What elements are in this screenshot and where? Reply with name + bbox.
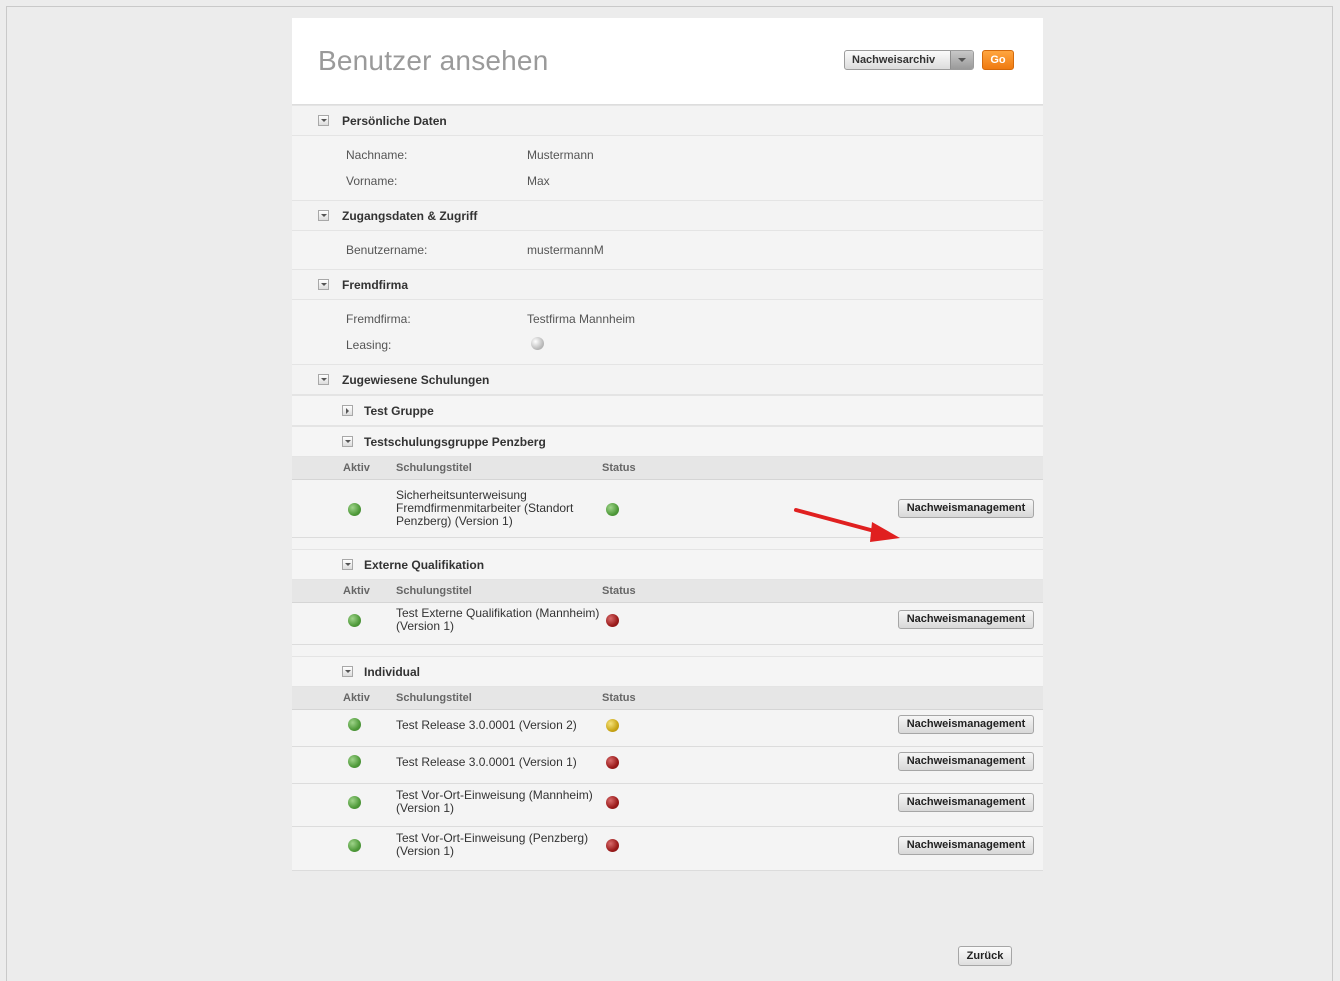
field-value: Testfirma Mannheim [527,312,636,326]
leasing-status-indicator [531,337,544,350]
active-indicator [348,614,361,627]
field-label: Vorname: [346,174,398,188]
back-button[interactable]: Zurück [958,946,1012,966]
archive-select-value: Nachweisarchiv [852,54,936,66]
column-header-active: Aktiv [343,462,370,474]
field-label: Nachname: [346,148,408,162]
table-row: Test Release 3.0.0001 (Version 2) Nachwe… [292,710,1043,747]
status-indicator [606,719,619,732]
group-title[interactable]: Test Gruppe [364,404,434,418]
table-row: Test Vor-Ort-Einweisung (Mannheim) (Vers… [292,784,1043,827]
field-row: Nachname: Mustermann [292,142,1043,168]
annotation-arrow-icon [794,508,900,542]
field-label: Benutzername: [346,243,428,257]
table-row: Test Vor-Ort-Einweisung (Penzberg) (Vers… [292,827,1043,871]
spacer [292,645,1043,656]
group-header-test-gruppe[interactable]: Test Gruppe [292,395,1043,426]
nachweismanagement-button[interactable]: Nachweismanagement [898,793,1034,812]
section-company-body: Fremdfirma: Testfirma Mannheim Leasing: [292,300,1043,364]
table-header: Aktiv Schulungstitel Status [292,687,1043,710]
section-title[interactable]: Persönliche Daten [342,114,447,128]
group-title[interactable]: Externe Qualifikation [364,558,484,572]
status-indicator [606,839,619,852]
table-header: Aktiv Schulungstitel Status [292,457,1043,480]
nachweismanagement-button[interactable]: Nachweismanagement [898,715,1034,734]
expand-toggle-icon[interactable] [342,405,353,416]
status-indicator [606,614,619,627]
course-title: Test Vor-Ort-Einweisung (Mannheim) (Vers… [396,788,593,815]
group-title[interactable]: Testschulungsgruppe Penzberg [364,435,546,449]
nachweismanagement-button[interactable]: Nachweismanagement [898,836,1034,855]
main-panel: Benutzer ansehen Nachweisarchiv Go Persö… [292,18,1043,871]
section-access-body: Benutzername: mustermannM [292,231,1043,269]
chevron-down-icon[interactable] [950,51,973,69]
column-header-active: Aktiv [343,585,370,597]
collapse-toggle-icon[interactable] [318,374,329,385]
table-row: Sicherheitsunterweisung Fremdfirmenmitar… [292,480,1043,538]
course-title: Test Externe Qualifikation (Mannheim) (V… [396,606,600,633]
course-title: Sicherheitsunterweisung Fremdfirmenmitar… [396,488,574,528]
course-title: Test Vor-Ort-Einweisung (Penzberg) (Vers… [396,831,589,858]
page-title: Benutzer ansehen [318,45,549,76]
status-indicator [606,503,619,516]
section-personal-header[interactable]: Persönliche Daten [292,105,1043,136]
field-value: mustermannM [527,243,604,257]
column-header-title: Schulungstitel [396,692,472,704]
field-label: Fremdfirma: [346,312,411,326]
collapse-toggle-icon[interactable] [318,115,329,126]
course-title: Test Release 3.0.0001 (Version 2) [396,718,577,732]
group-header-penzberg[interactable]: Testschulungsgruppe Penzberg [292,426,1043,457]
active-indicator [348,718,361,731]
nachweismanagement-button[interactable]: Nachweismanagement [898,499,1034,518]
section-company-header[interactable]: Fremdfirma [292,269,1043,300]
column-header-status: Status [602,462,636,474]
active-indicator [348,839,361,852]
spacer [292,538,1043,549]
section-access-header[interactable]: Zugangsdaten & Zugriff [292,200,1043,231]
section-title[interactable]: Zugangsdaten & Zugriff [342,209,477,223]
table-row: Test Externe Qualifikation (Mannheim) (V… [292,603,1043,645]
group-title[interactable]: Individual [364,665,420,679]
collapse-toggle-icon[interactable] [342,559,353,570]
column-header-status: Status [602,692,636,704]
field-row: Benutzername: mustermannM [292,237,1043,263]
table-row: Test Release 3.0.0001 (Version 1) Nachwe… [292,747,1043,784]
group-header-externe[interactable]: Externe Qualifikation [292,549,1043,580]
collapse-toggle-icon[interactable] [318,279,329,290]
field-row: Leasing: [292,332,1043,358]
table-header: Aktiv Schulungstitel Status [292,580,1043,603]
collapse-toggle-icon[interactable] [318,210,329,221]
status-indicator [606,756,619,769]
section-title[interactable]: Fremdfirma [342,278,408,292]
field-value: Mustermann [527,148,594,162]
field-value: Max [527,174,550,188]
section-title[interactable]: Zugewiesene Schulungen [342,373,489,387]
nachweismanagement-button[interactable]: Nachweismanagement [898,752,1034,771]
column-header-active: Aktiv [343,692,370,704]
section-personal-body: Nachname: Mustermann Vorname: Max [292,136,1043,200]
course-title: Test Release 3.0.0001 (Version 1) [396,755,577,769]
go-button[interactable]: Go [982,50,1014,70]
group-header-individual[interactable]: Individual [292,656,1043,687]
column-header-title: Schulungstitel [396,462,472,474]
field-row: Fremdfirma: Testfirma Mannheim [292,306,1043,332]
collapse-toggle-icon[interactable] [342,666,353,677]
nachweismanagement-button[interactable]: Nachweismanagement [898,610,1034,629]
status-indicator [606,796,619,809]
field-row: Vorname: Max [292,168,1043,194]
active-indicator [348,796,361,809]
archive-select[interactable]: Nachweisarchiv [844,50,974,70]
active-indicator [348,503,361,516]
column-header-status: Status [602,585,636,597]
active-indicator [348,755,361,768]
column-header-title: Schulungstitel [396,585,472,597]
field-label: Leasing: [346,338,392,352]
section-trainings-header[interactable]: Zugewiesene Schulungen [292,364,1043,395]
collapse-toggle-icon[interactable] [342,436,353,447]
page-header: Benutzer ansehen Nachweisarchiv Go [292,18,1043,105]
